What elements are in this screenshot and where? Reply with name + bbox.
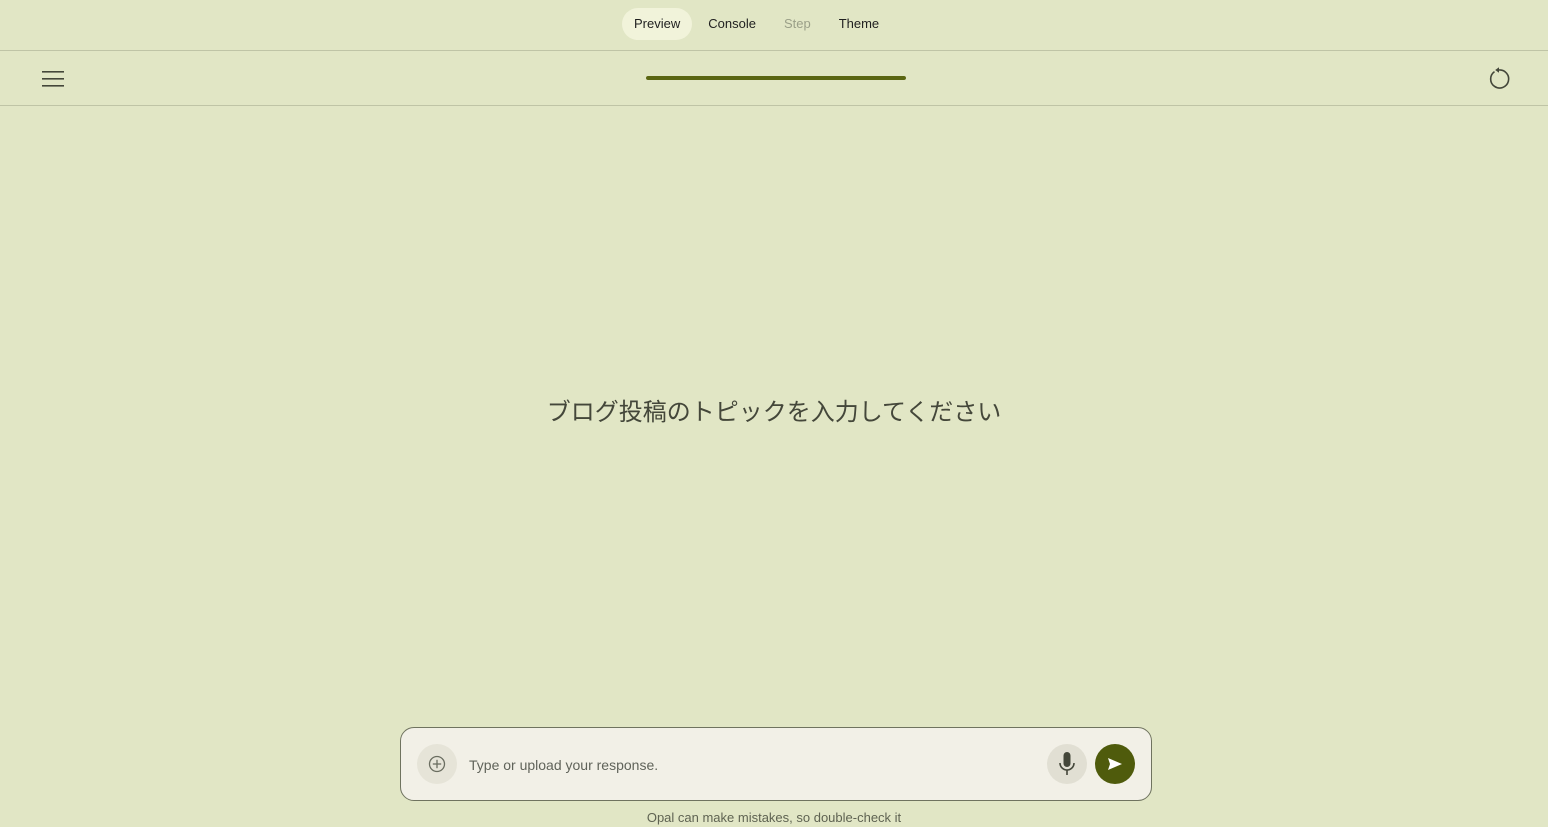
hamburger-menu-icon: [42, 71, 64, 87]
tab-step[interactable]: Step: [772, 8, 823, 40]
response-composer: [400, 727, 1152, 801]
microphone-icon: [1059, 752, 1075, 775]
restart-icon: [1489, 67, 1510, 89]
menu-button[interactable]: [33, 59, 73, 99]
send-icon: [1108, 758, 1122, 770]
progress-bar: [646, 76, 906, 80]
view-tabs: Preview Console Step Theme: [622, 8, 895, 40]
restart-button[interactable]: [1479, 59, 1519, 99]
microphone-button[interactable]: [1047, 744, 1087, 784]
tab-preview[interactable]: Preview: [622, 8, 693, 40]
tab-console[interactable]: Console: [696, 8, 768, 40]
add-attachment-button[interactable]: [417, 744, 457, 784]
disclaimer-text: Opal can make mistakes, so double-check …: [646, 810, 902, 825]
progress-bar-fill: [646, 76, 906, 80]
send-button[interactable]: [1095, 744, 1135, 784]
app-toolbar: [0, 51, 1548, 106]
response-input[interactable]: [467, 750, 1031, 780]
top-tab-bar: Preview Console Step Theme: [0, 0, 1548, 51]
tab-theme[interactable]: Theme: [827, 8, 891, 40]
step-prompt-text: ブログ投稿のトピックを入力してください: [546, 398, 1002, 426]
add-circle-icon: [428, 755, 446, 773]
